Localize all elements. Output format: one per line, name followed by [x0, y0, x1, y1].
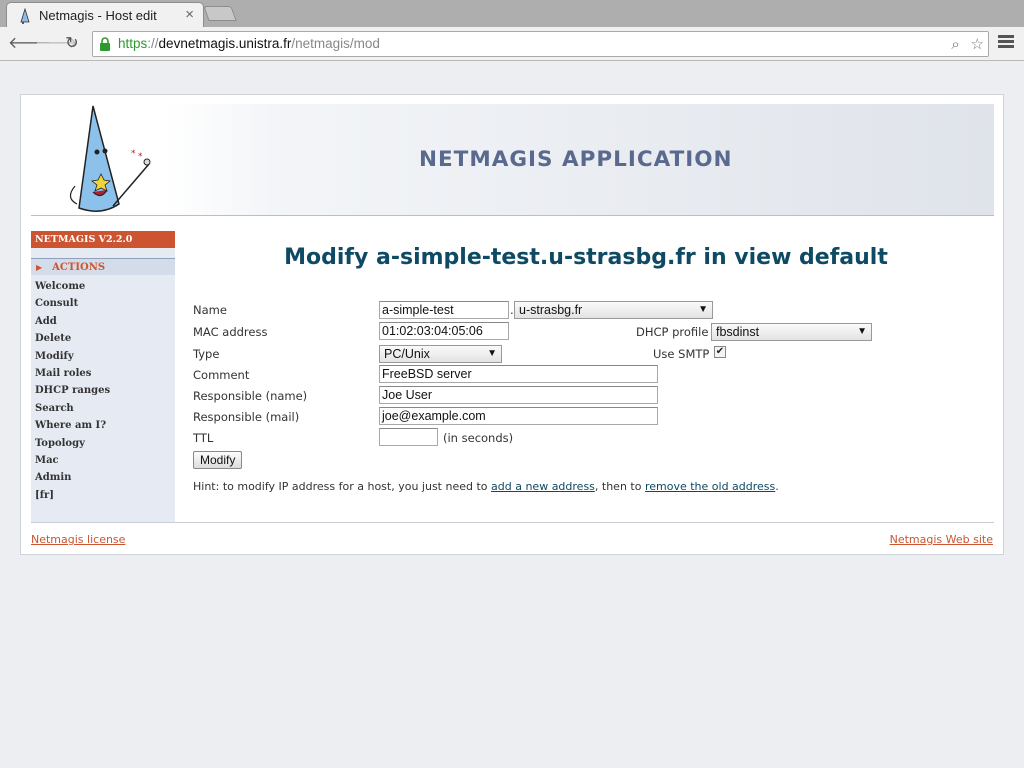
name-label: Name: [193, 303, 227, 317]
page-title: Modify a-simple-test.u-strasbg.fr in vie…: [284, 245, 888, 270]
sidebar-item-modify[interactable]: Modify: [35, 348, 175, 365]
svg-text:*: *: [138, 152, 143, 162]
sidebar-item-topology[interactable]: Topology: [35, 435, 175, 452]
remove-address-link[interactable]: remove the old address: [645, 480, 775, 493]
modify-button[interactable]: Modify: [193, 451, 243, 469]
new-tab-button[interactable]: [203, 6, 237, 21]
license-link[interactable]: Netmagis license: [31, 533, 125, 546]
sidebar: NETMAGIS V2.2.0 ▶ ACTIONS Welcome Consult…: [31, 231, 175, 522]
use-smtp-checkbox[interactable]: ✔: [714, 346, 726, 358]
sidebar-item-delete[interactable]: Delete: [35, 330, 175, 347]
dhcp-profile-select[interactable]: fbsdinst ▼: [711, 323, 872, 341]
use-smtp-label: Use SMTP: [653, 347, 710, 361]
reload-button-icon[interactable]: ↻: [62, 34, 82, 54]
type-select-value: PC/Unix: [384, 347, 430, 361]
hint-prefix: Hint: to modify IP address for a host, y…: [193, 480, 492, 493]
hint-suffix: .: [775, 480, 779, 493]
back-button-icon[interactable]: 🡐: [8, 34, 51, 54]
svg-text:*: *: [131, 149, 136, 159]
wizard-favicon-icon: [20, 8, 30, 24]
url-scheme: https: [118, 36, 148, 51]
sidebar-item-mail-roles[interactable]: Mail roles: [35, 365, 175, 382]
ttl-label: TTL: [193, 431, 214, 445]
sidebar-section-label: ACTIONS: [52, 262, 106, 273]
domain-select[interactable]: u-strasbg.fr ▼: [514, 301, 713, 319]
type-select[interactable]: PC/Unix ▼: [379, 345, 502, 363]
sidebar-item-search[interactable]: Search: [35, 400, 175, 417]
app-title: NETMAGIS APPLICATION: [419, 147, 733, 172]
mac-input[interactable]: 01:02:03:04:05:06: [379, 322, 509, 340]
ttl-unit-label: (in seconds): [443, 431, 514, 445]
triangle-right-icon: ▶: [36, 262, 43, 272]
dhcp-profile-label: DHCP profile: [636, 325, 709, 339]
comment-label: Comment: [193, 368, 250, 382]
browser-tab[interactable]: Netmagis - Host edit ×: [6, 2, 204, 28]
browser-toolbar: 🡐 🡒 ↻ https://devnetmagis.unistra.fr/net…: [0, 27, 1024, 61]
lock-icon: [100, 37, 110, 51]
comment-input[interactable]: FreeBSD server: [379, 365, 658, 383]
responsible-mail-label: Responsible (mail): [193, 410, 300, 424]
page-container: * * NETMAGIS APPLICATION NETMAGIS V2.2.0…: [20, 94, 1004, 555]
tab-title: Netmagis - Host edit: [39, 8, 157, 23]
version-badge: NETMAGIS V2.2.0: [31, 231, 175, 248]
sidebar-section-actions: ▶ ACTIONS: [31, 258, 175, 275]
url-host: devnetmagis.unistra.fr: [158, 36, 292, 51]
chevron-down-icon: ▼: [698, 304, 708, 315]
tab-close-icon[interactable]: ×: [185, 6, 194, 23]
browser-menu-icon[interactable]: [998, 35, 1014, 51]
bookmark-star-icon[interactable]: ☆: [971, 35, 984, 53]
search-icon[interactable]: ⌕: [951, 35, 959, 53]
footer-divider: [31, 522, 994, 523]
sidebar-item-mac[interactable]: Mac: [35, 452, 175, 469]
chevron-down-icon: ▼: [857, 326, 867, 337]
url-path: /netmagis/mod: [291, 36, 380, 51]
hint-middle: , then to: [594, 480, 645, 493]
sidebar-item-welcome[interactable]: Welcome: [35, 278, 175, 295]
hostname-input[interactable]: a-simple-test: [379, 301, 509, 319]
responsible-mail-input[interactable]: joe@example.com: [379, 407, 658, 425]
ttl-input[interactable]: [379, 428, 438, 446]
website-link[interactable]: Netmagis Web site: [890, 533, 993, 546]
sidebar-item-add[interactable]: Add: [35, 313, 175, 330]
responsible-name-label: Responsible (name): [193, 389, 308, 403]
address-bar[interactable]: https://devnetmagis.unistra.fr/netmagis/…: [92, 31, 989, 57]
responsible-name-input[interactable]: Joe User: [379, 386, 658, 404]
app-header: * * NETMAGIS APPLICATION: [31, 104, 994, 216]
wizard-logo-icon: * *: [69, 105, 151, 212]
mac-label: MAC address: [193, 325, 268, 339]
forward-button-icon[interactable]: 🡒: [35, 34, 78, 54]
sidebar-menu: Welcome Consult Add Delete Modify Mail r…: [31, 275, 175, 504]
dhcp-profile-select-value: fbsdinst: [716, 325, 760, 339]
sidebar-item-where-am-i[interactable]: Where am I?: [35, 417, 175, 434]
add-address-link[interactable]: add a new address: [491, 480, 595, 493]
tab-strip: Netmagis - Host edit ×: [0, 0, 1024, 28]
omnibox-icons: ⌕ ☆: [951, 35, 984, 53]
url-separator: ://: [147, 36, 159, 51]
chevron-down-icon: ▼: [487, 348, 497, 359]
hint-text: Hint: to modify IP address for a host, y…: [193, 480, 779, 493]
domain-select-value: u-strasbg.fr: [519, 303, 583, 317]
type-label: Type: [193, 347, 220, 361]
sidebar-item-language[interactable]: [fr]: [35, 487, 175, 504]
sidebar-item-dhcp-ranges[interactable]: DHCP ranges: [35, 382, 175, 399]
url-text: https://devnetmagis.unistra.fr/netmagis/…: [118, 36, 380, 51]
sidebar-item-admin[interactable]: Admin: [35, 469, 175, 486]
sidebar-item-consult[interactable]: Consult: [35, 295, 175, 312]
